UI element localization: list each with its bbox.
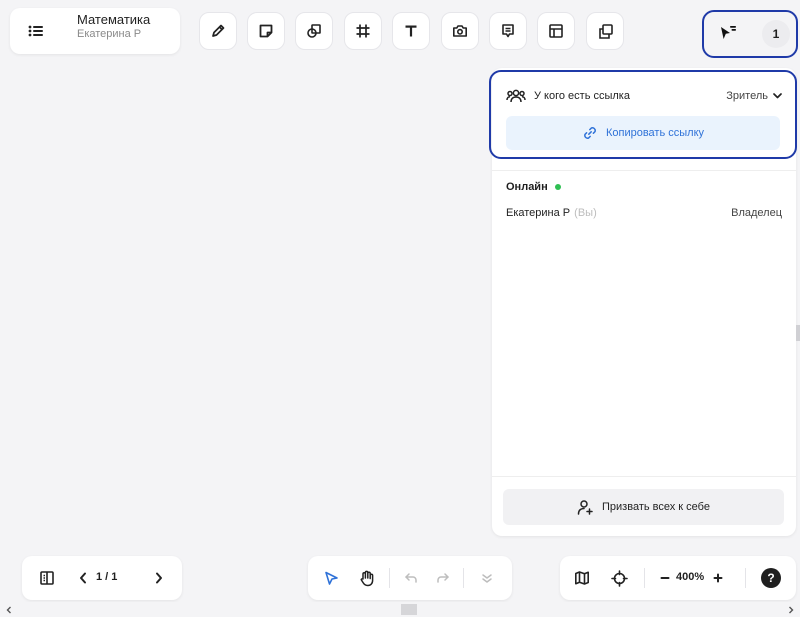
people-icon: [506, 89, 526, 103]
online-heading: Онлайн: [506, 181, 561, 193]
comment-tool-button[interactable]: [489, 12, 527, 50]
online-status-dot: [554, 184, 561, 190]
follow-presenter-button[interactable]: [715, 21, 741, 45]
horizontal-scroll-thumb[interactable]: [401, 604, 417, 615]
plus-icon: [713, 573, 723, 583]
horizontal-scrollbar[interactable]: [0, 602, 800, 617]
share-panel: У кого есть ссылка Зритель Копировать сс…: [492, 68, 796, 536]
sidebar-pages-icon: [40, 571, 54, 585]
crosshair-icon: [610, 569, 628, 587]
link-icon: [584, 127, 596, 139]
redo-icon: [437, 573, 449, 583]
chevron-left-icon: [80, 572, 86, 584]
view-separator-2: [745, 568, 746, 588]
list-menu-icon: [28, 25, 43, 37]
chevron-down-icon: [773, 93, 782, 99]
previous-page-button[interactable]: [71, 566, 95, 590]
duplicate-tool-button[interactable]: [586, 12, 624, 50]
undo-icon: [405, 573, 417, 583]
help-button[interactable]: ?: [761, 568, 781, 588]
hand-icon: [360, 570, 374, 586]
collapse-toolbar-button[interactable]: [475, 566, 499, 590]
sticky-note-icon: [259, 24, 273, 38]
shapes-tool-button[interactable]: [295, 12, 333, 50]
pencil-icon: [212, 24, 225, 37]
page-counter: 1 / 1: [96, 571, 118, 583]
vertical-scroll-thumb[interactable]: [796, 325, 800, 341]
copy-link-label: Копировать ссылку: [605, 127, 705, 139]
member-you-tag: (Вы): [574, 207, 597, 219]
copy-link-button[interactable]: Копировать ссылку: [506, 116, 780, 150]
minimap-button[interactable]: [570, 566, 594, 590]
scroll-right-button[interactable]: [786, 604, 796, 615]
map-icon: [575, 571, 589, 585]
tools-separator: [389, 568, 390, 588]
zoom-in-button[interactable]: [708, 566, 728, 590]
chevron-right-icon: [156, 572, 162, 584]
pages-panel-button[interactable]: [35, 566, 59, 590]
tools-separator-2: [463, 568, 464, 588]
member-role: Владелец: [731, 207, 782, 219]
sticky-note-tool-button[interactable]: [247, 12, 285, 50]
link-access-row: У кого есть ссылка Зритель: [506, 86, 782, 106]
participants-button[interactable]: 1: [762, 20, 790, 48]
text-icon: [405, 25, 417, 37]
undo-button[interactable]: [399, 566, 423, 590]
cursor-filter-icon: [721, 26, 736, 39]
frame-tool-button[interactable]: [344, 12, 382, 50]
center-view-button[interactable]: [607, 566, 631, 590]
panel-footer-divider: [492, 476, 796, 477]
image-tool-button[interactable]: [441, 12, 479, 50]
next-page-button[interactable]: [147, 566, 171, 590]
shapes-icon: [307, 24, 321, 38]
double-chevron-down-icon: [482, 574, 492, 583]
link-role-dropdown[interactable]: Зритель: [726, 90, 782, 102]
minus-icon: [660, 577, 670, 579]
hand-tool-button[interactable]: [355, 566, 379, 590]
redo-button[interactable]: [431, 566, 455, 590]
online-heading-label: Онлайн: [506, 181, 548, 193]
comment-icon: [502, 24, 514, 38]
document-owner: Екатерина Р: [77, 28, 142, 40]
view-separator: [644, 568, 645, 588]
participants-count: 1: [772, 27, 780, 41]
cursor-arrow-icon: [325, 571, 338, 585]
select-tool-button[interactable]: [319, 566, 343, 590]
pencil-tool-button[interactable]: [199, 12, 237, 50]
document-title[interactable]: Математика: [77, 12, 150, 27]
scroll-left-button[interactable]: [4, 604, 14, 615]
link-access-label: У кого есть ссылка: [534, 90, 630, 102]
table-tool-button[interactable]: [537, 12, 575, 50]
member-name: Екатерина Р: [506, 207, 571, 219]
duplicate-icon: [598, 23, 613, 39]
text-tool-button[interactable]: [392, 12, 430, 50]
zoom-level: 400%: [676, 571, 705, 583]
table-icon: [549, 24, 563, 38]
camera-icon: [453, 25, 467, 37]
zoom-out-button[interactable]: [655, 566, 675, 590]
chevron-left-small-icon: [6, 606, 11, 613]
user-plus-icon: [577, 499, 593, 515]
frame-icon: [356, 24, 370, 38]
chevron-right-small-icon: [789, 606, 794, 613]
summon-all-label: Призвать всех к себе: [602, 501, 710, 513]
question-mark-icon: ?: [767, 571, 775, 585]
menu-button[interactable]: [24, 19, 48, 43]
member-row: Екатерина Р (Вы) Владелец: [506, 207, 782, 219]
summon-all-button[interactable]: Призвать всех к себе: [503, 489, 784, 525]
link-role-value: Зритель: [726, 90, 768, 102]
panel-divider: [492, 170, 796, 171]
